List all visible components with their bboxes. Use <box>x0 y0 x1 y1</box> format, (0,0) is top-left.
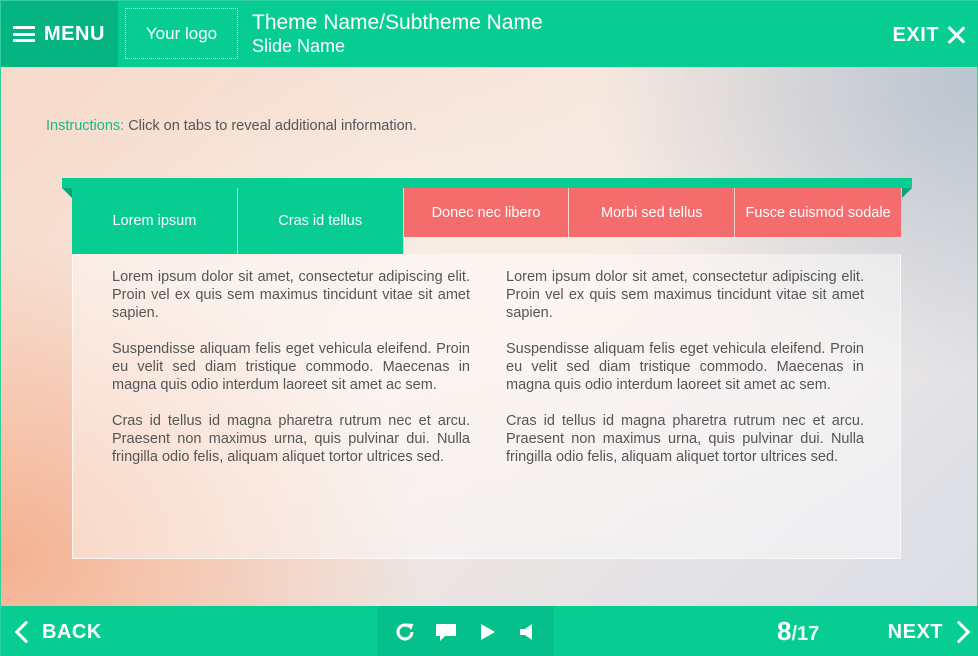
content-column-left: Lorem ipsum dolor sit amet, consectetur … <box>112 268 470 466</box>
hamburger-icon <box>13 26 35 42</box>
comment-icon[interactable] <box>432 618 460 646</box>
instructions-label: Instructions: <box>46 118 125 134</box>
replay-icon[interactable] <box>391 618 419 646</box>
tab-fusce-euismod-sodale[interactable]: Fusce euismod sodale <box>735 188 901 237</box>
menu-label: MENU <box>44 22 105 45</box>
tab-content: Lorem ipsum dolor sit amet, consectetur … <box>72 254 901 559</box>
current-slide-number: 8 <box>777 616 792 646</box>
next-button[interactable]: NEXT <box>888 617 973 647</box>
tab-cras-id-tellus[interactable]: Cras id tellus <box>237 188 404 254</box>
slide-stage: MENU Your logo Theme Name/Subtheme Name … <box>0 0 978 656</box>
back-button[interactable]: BACK <box>12 617 102 647</box>
bottom-bar: BACK 8 / 17 NEXT <box>1 606 978 656</box>
total-slides-number: 17 <box>797 623 820 645</box>
paragraph: Cras id tellus id magna pharetra rutrum … <box>506 413 864 465</box>
tab-list: Lorem ipsum Cras id tellus Donec nec lib… <box>72 188 901 254</box>
tab-panel-header-bar <box>62 178 912 198</box>
instructions-text: Click on tabs to reveal additional infor… <box>124 118 417 134</box>
play-icon[interactable] <box>473 618 501 646</box>
paragraph: Suspendisse aliquam felis eget vehicula … <box>112 341 470 393</box>
next-label: NEXT <box>887 620 943 643</box>
paragraph: Suspendisse aliquam felis eget vehicula … <box>506 341 864 393</box>
slide-titles: Theme Name/Subtheme Name Slide Name <box>252 11 543 57</box>
tab-lorem-ipsum[interactable]: Lorem ipsum <box>72 188 238 254</box>
logo: Your logo <box>125 8 238 59</box>
theme-name: Theme Name/Subtheme Name <box>252 11 543 34</box>
back-label: BACK <box>42 620 102 643</box>
chevron-right-icon <box>947 620 971 644</box>
slide-name: Slide Name <box>252 36 346 56</box>
exit-label: EXIT <box>892 23 939 46</box>
tab-morbi-sed-tellus[interactable]: Morbi sed tellus <box>569 188 736 237</box>
content-column-right: Lorem ipsum dolor sit amet, consectetur … <box>506 268 864 466</box>
slide-counter: 8 / 17 <box>777 616 819 646</box>
tab-donec-nec-libero[interactable]: Donec nec libero <box>403 188 570 237</box>
exit-button[interactable]: EXIT <box>893 21 965 49</box>
instructions: Instructions: Click on tabs to reveal ad… <box>46 118 417 134</box>
menu-button[interactable]: MENU <box>1 1 118 67</box>
player-controls <box>378 606 554 656</box>
paragraph: Cras id tellus id magna pharetra rutrum … <box>112 413 470 465</box>
paragraph: Lorem ipsum dolor sit amet, consectetur … <box>506 269 864 321</box>
chevron-left-icon <box>14 620 38 644</box>
volume-icon[interactable] <box>514 618 542 646</box>
paragraph: Lorem ipsum dolor sit amet, consectetur … <box>112 269 470 321</box>
top-bar: MENU Your logo Theme Name/Subtheme Name … <box>1 1 978 67</box>
close-icon <box>947 26 965 44</box>
